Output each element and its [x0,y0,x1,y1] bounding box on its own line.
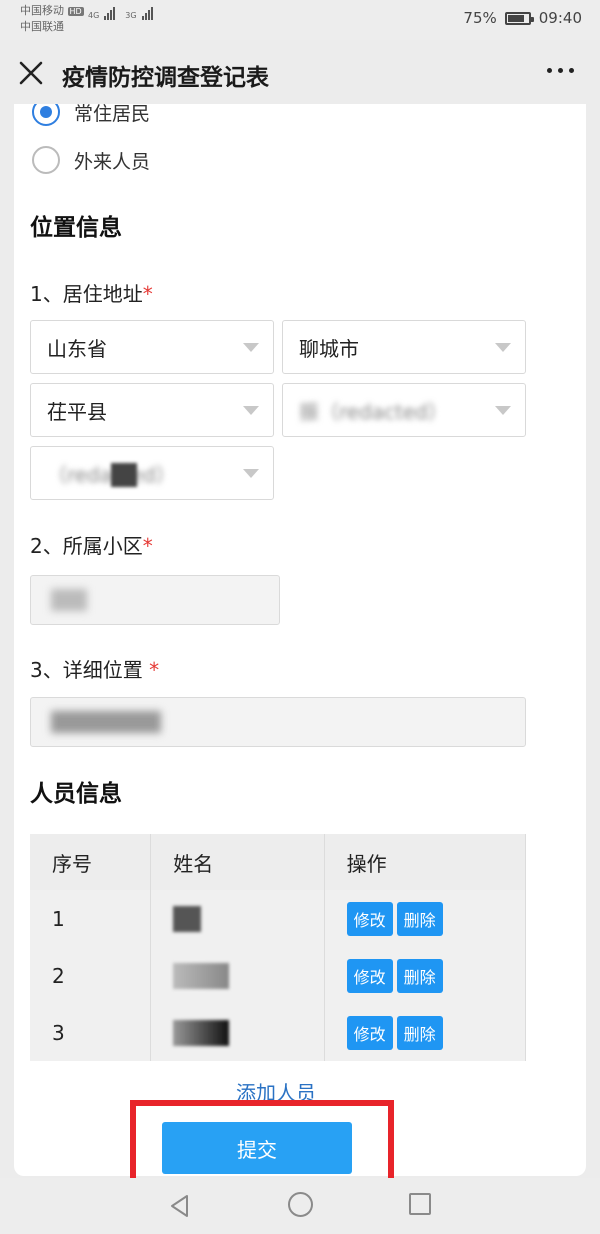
redaction-mark [111,463,137,487]
village-select[interactable]: （redacted） [30,446,274,500]
dropdown-caret-icon [495,406,511,415]
radio-resident[interactable]: 常住居民 [32,104,150,126]
name-redacted [173,905,202,932]
dropdown-caret-icon [495,343,511,352]
city-select[interactable]: 聊城市 [282,320,526,374]
row-actions: 修改 删除 [324,890,527,947]
province-value: 山东省 [47,336,107,361]
recent-apps-icon[interactable] [409,1193,431,1215]
more-icon[interactable] [547,68,574,73]
carrier-2: 中国联通 [20,20,64,33]
edit-button[interactable]: 修改 [346,1015,393,1050]
highlight-annotation [130,1100,394,1186]
network-type-2: 3G [125,11,137,20]
detail-redacted [51,711,161,733]
table-header-row: 序号 姓名 操作 [30,834,527,890]
section-people-title: 人员信息 [30,781,122,807]
carrier-info: 中国移动 HD 中国联通 [20,3,84,34]
row-name [150,890,325,947]
status-right: 75% 09:40 [463,9,582,27]
row-actions: 修改 删除 [324,947,527,1004]
delete-button[interactable]: 删除 [396,1015,443,1050]
col-actions: 操作 [324,834,527,890]
radio-resident-label: 常住居民 [74,104,151,125]
city-value: 聊城市 [299,336,359,361]
row-name [150,947,325,1004]
people-table: 序号 姓名 操作 1 修改 删除 2 修改 删除 3 修改 删除 [30,834,527,1061]
delete-button[interactable]: 删除 [396,901,443,936]
home-icon[interactable] [288,1192,313,1217]
battery-percent: 75% [463,9,497,27]
signal-icon [141,6,153,20]
page-title: 疫情防控调查登记表 [62,65,269,91]
community-redacted [51,589,87,611]
form-card: 常住居民 外来人员 位置信息 1、居住地址* 山东省 聊城市 茌平县 振（red… [14,104,586,1176]
row-name [150,1004,325,1061]
delete-button[interactable]: 删除 [396,958,443,993]
community-input[interactable] [30,575,280,625]
county-select[interactable]: 茌平县 [30,383,274,437]
row-index: 1 [30,890,152,947]
name-redacted [173,1019,230,1046]
dropdown-caret-icon [243,469,259,478]
carrier-1: 中国移动 [20,4,64,17]
radio-unchecked-icon[interactable] [32,146,60,174]
table-row: 3 修改 删除 [30,1004,527,1061]
battery-icon [504,11,534,25]
network-type-1: 4G [88,11,100,20]
signal-icon [104,6,116,20]
title-bar: 疫情防控调查登记表 [0,40,600,106]
section-location-title: 位置信息 [30,215,122,241]
radio-visitor-label: 外来人员 [74,150,151,173]
street-value: 振（redacted） [299,399,448,424]
address-label: 1、居住地址* [30,282,153,306]
clock: 09:40 [538,9,582,27]
dropdown-caret-icon [243,406,259,415]
detail-input[interactable] [30,697,526,747]
edit-button[interactable]: 修改 [346,901,393,936]
table-row: 2 修改 删除 [30,947,527,1004]
detail-label: 3、详细位置 * [30,658,160,682]
province-select[interactable]: 山东省 [30,320,274,374]
close-icon[interactable] [18,60,44,86]
nav-bar [0,1178,600,1234]
community-label: 2、所属小区* [30,534,153,558]
county-value: 茌平县 [47,399,107,424]
col-name: 姓名 [150,834,325,890]
name-redacted [173,962,230,989]
row-index: 2 [30,947,152,1004]
edit-button[interactable]: 修改 [346,958,393,993]
back-icon[interactable] [168,1194,192,1218]
status-bar: 中国移动 HD 中国联通 4G 3G 75% 09:40 [0,0,600,40]
hd-badge: HD [67,7,84,16]
row-index: 3 [30,1004,152,1061]
dropdown-caret-icon [243,343,259,352]
row-actions: 修改 删除 [324,1004,527,1061]
signal-indicators: 4G 3G [88,6,153,20]
radio-visitor[interactable]: 外来人员 [32,146,150,174]
table-row: 1 修改 删除 [30,890,527,947]
street-select[interactable]: 振（redacted） [282,383,526,437]
col-index: 序号 [30,834,152,890]
radio-checked-icon[interactable] [32,104,60,126]
